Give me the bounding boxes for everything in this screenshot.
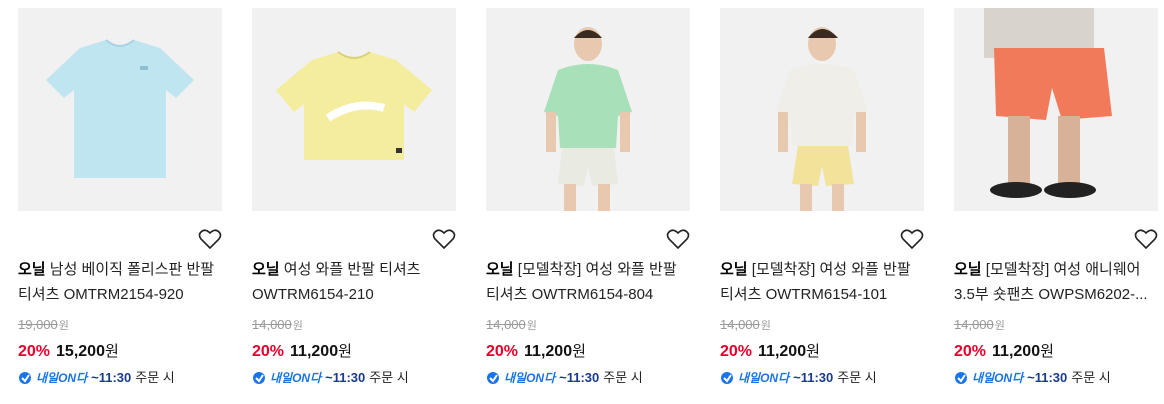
sale-price: 20% 11,200원 bbox=[486, 343, 586, 360]
original-price: 14,000원 bbox=[486, 317, 537, 332]
product-card[interactable]: 오닐 [모델착장] 여성 와플 반팔 티셔츠 OWTRM6154-804 14,… bbox=[486, 8, 690, 398]
product-image[interactable] bbox=[954, 8, 1158, 211]
delivery-badge: 내일ON다 bbox=[486, 369, 555, 387]
product-image[interactable] bbox=[486, 8, 690, 211]
original-price: 19,000원 bbox=[18, 317, 69, 332]
sale-price: 20% 15,200원 bbox=[18, 343, 119, 360]
truck-icon bbox=[487, 372, 499, 384]
product-grid: 오닐 남성 베이직 폴리스판 반팔 티셔츠 OMTRM2154-920 19,0… bbox=[0, 0, 1164, 404]
discount-rate: 20% bbox=[18, 343, 51, 360]
product-image[interactable] bbox=[18, 8, 222, 211]
product-name: [모델착장] 여성 애니웨어 3.5부 숏팬츠 OWPSM6202-... bbox=[954, 261, 1148, 303]
discount-rate: 20% bbox=[252, 343, 285, 360]
product-title[interactable]: 오닐 여성 와플 반팔 티셔츠 OWTRM6154-210 bbox=[252, 257, 456, 307]
brand-name: 오닐 bbox=[720, 261, 748, 278]
delivery-badge: 내일ON다 bbox=[252, 369, 321, 387]
shipping-info: 내일ON다 ~11:30 주문 시 bbox=[18, 369, 175, 387]
shipping-info: 내일ON다 ~11:30 주문 시 bbox=[252, 369, 409, 387]
product-name: [모델착장] 여성 와플 반팔 티셔츠 OWTRM6154-804 bbox=[486, 261, 677, 303]
original-price: 14,000원 bbox=[252, 317, 303, 332]
product-title[interactable]: 오닐 남성 베이직 폴리스판 반팔 티셔츠 OMTRM2154-920 bbox=[18, 257, 222, 307]
truck-icon bbox=[19, 372, 31, 384]
sale-price: 20% 11,200원 bbox=[954, 343, 1054, 360]
product-card[interactable]: 오닐 남성 베이직 폴리스판 반팔 티셔츠 OMTRM2154-920 19,0… bbox=[18, 8, 222, 398]
discount-rate: 20% bbox=[720, 343, 753, 360]
delivery-badge: 내일ON다 bbox=[954, 369, 1023, 387]
truck-icon bbox=[955, 372, 967, 384]
product-title[interactable]: 오닐 [모델착장] 여성 와플 반팔 티셔츠 OWTRM6154-804 bbox=[486, 257, 690, 307]
discount-rate: 20% bbox=[486, 343, 519, 360]
original-price: 14,000원 bbox=[954, 317, 1005, 332]
heart-icon[interactable] bbox=[432, 228, 456, 250]
product-card[interactable]: 오닐 [모델착장] 여성 와플 반팔 티셔츠 OWTRM6154-101 14,… bbox=[720, 8, 924, 398]
product-title[interactable]: 오닐 [모델착장] 여성 와플 반팔 티셔츠 OWTRM6154-101 bbox=[720, 257, 924, 307]
brand-name: 오닐 bbox=[954, 261, 982, 278]
product-image[interactable] bbox=[252, 8, 456, 211]
shipping-info: 내일ON다 ~11:30 주문 시 bbox=[720, 369, 877, 387]
sale-price: 20% 11,200원 bbox=[720, 343, 820, 360]
heart-icon[interactable] bbox=[666, 228, 690, 250]
truck-icon bbox=[253, 372, 265, 384]
original-price: 14,000원 bbox=[720, 317, 771, 332]
heart-icon[interactable] bbox=[1134, 228, 1158, 250]
product-card[interactable]: 오닐 [모델착장] 여성 애니웨어 3.5부 숏팬츠 OWPSM6202-...… bbox=[954, 8, 1158, 398]
brand-name: 오닐 bbox=[252, 261, 280, 278]
product-image[interactable] bbox=[720, 8, 924, 211]
shipping-info: 내일ON다 ~11:30 주문 시 bbox=[486, 369, 643, 387]
brand-name: 오닐 bbox=[18, 261, 46, 278]
product-card[interactable]: 오닐 여성 와플 반팔 티셔츠 OWTRM6154-210 14,000원 20… bbox=[252, 8, 456, 398]
sale-price: 20% 11,200원 bbox=[252, 343, 352, 360]
delivery-badge: 내일ON다 bbox=[18, 369, 87, 387]
product-title[interactable]: 오닐 [모델착장] 여성 애니웨어 3.5부 숏팬츠 OWPSM6202-... bbox=[954, 257, 1158, 307]
heart-icon[interactable] bbox=[900, 228, 924, 250]
truck-icon bbox=[721, 372, 733, 384]
brand-name: 오닐 bbox=[486, 261, 514, 278]
heart-icon[interactable] bbox=[198, 228, 222, 250]
product-name: 남성 베이직 폴리스판 반팔 티셔츠 OMTRM2154-920 bbox=[18, 261, 215, 303]
delivery-badge: 내일ON다 bbox=[720, 369, 789, 387]
shipping-info: 내일ON다 ~11:30 주문 시 bbox=[954, 369, 1111, 387]
discount-rate: 20% bbox=[954, 343, 987, 360]
product-name: [모델착장] 여성 와플 반팔 티셔츠 OWTRM6154-101 bbox=[720, 261, 911, 303]
